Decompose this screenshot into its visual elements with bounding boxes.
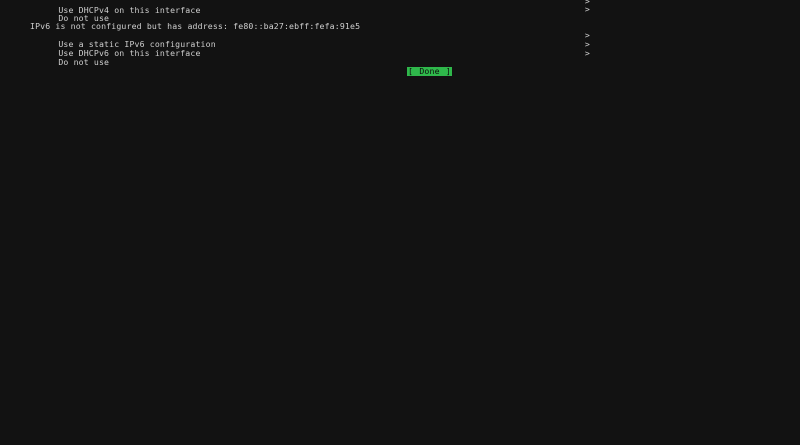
chevron-right-icon: > xyxy=(584,48,590,58)
ipv4-option-do-not-use[interactable]: Do not use > xyxy=(38,4,590,23)
done-button-open-bracket: [ xyxy=(408,66,414,76)
ipv6-option-dhcpv6[interactable]: Use DHCPv6 on this interface > xyxy=(38,40,590,58)
ipv6-status-header: IPv6 is not configured but has address: … xyxy=(30,21,361,31)
done-button-label: Done xyxy=(419,66,440,76)
chevron-right-icon: > xyxy=(584,4,590,14)
done-button-close-bracket: ] xyxy=(445,66,451,76)
ipv6-option-do-not-use[interactable]: Do not use > xyxy=(38,48,590,67)
ipv6-option-static[interactable]: Use a static IPv6 configuration > xyxy=(38,31,590,49)
done-button[interactable]: [ Done ] xyxy=(407,67,452,76)
installer-terminal-screen: Use DHCPv4 on this interface > Do not us… xyxy=(0,0,800,445)
ipv6-option-label: Do not use xyxy=(58,57,110,67)
